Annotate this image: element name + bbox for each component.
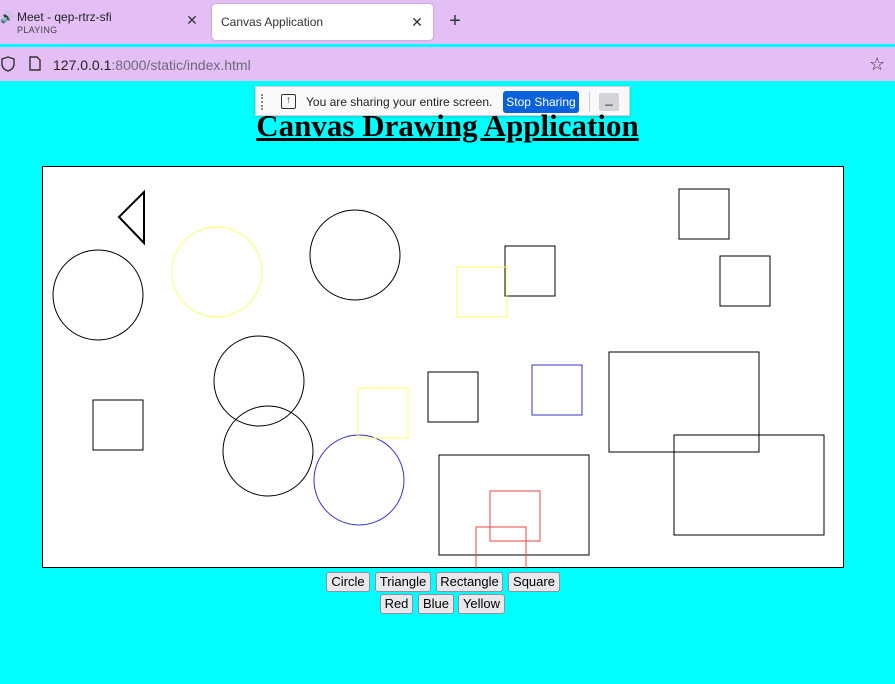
blue-button[interactable]: Blue: [418, 594, 454, 614]
square-shape: [427, 371, 479, 423]
tab-meet[interactable]: 🔊 Meet - qep-rtrz-sfi PLAYING ✕: [0, 4, 208, 40]
close-icon[interactable]: ✕: [409, 14, 425, 30]
tab-playing-label: PLAYING: [17, 25, 58, 35]
square-shape: [678, 188, 730, 240]
square-shape: [489, 490, 541, 542]
square-shape: [504, 245, 556, 297]
circle-button[interactable]: Circle: [326, 572, 370, 592]
square-shape: [456, 266, 508, 318]
yellow-button[interactable]: Yellow: [458, 594, 505, 614]
circle-shape: [171, 226, 263, 318]
circle-shape: [309, 209, 401, 301]
sharing-message: You are sharing your entire screen.: [306, 95, 493, 109]
bookmark-star-icon[interactable]: ☆: [869, 54, 885, 75]
square-button[interactable]: Square: [508, 572, 560, 592]
square-shape: [475, 526, 527, 569]
close-icon[interactable]: ✕: [184, 12, 200, 28]
rectangle-button[interactable]: Rectangle: [436, 572, 503, 592]
share-screen-icon: ↑: [281, 94, 296, 109]
new-tab-icon[interactable]: +: [445, 11, 465, 32]
square-shape: [531, 364, 583, 416]
url-text[interactable]: 127.0.0.1:8000/static/index.html: [53, 57, 251, 73]
circle-shape: [222, 405, 314, 497]
square-shape: [719, 255, 771, 307]
address-bar[interactable]: 127.0.0.1:8000/static/index.html ☆: [0, 47, 895, 81]
page-icon: [29, 56, 41, 71]
rectangle-shape: [608, 351, 760, 453]
drawing-canvas[interactable]: [42, 166, 845, 569]
tab-canvas-application[interactable]: Canvas Application ✕: [212, 4, 433, 40]
tab-title: Meet - qep-rtrz-sfi: [17, 10, 112, 24]
canvas-drawing[interactable]: [43, 167, 845, 569]
triangle-button[interactable]: Triangle: [375, 572, 431, 592]
square-shape: [357, 387, 409, 439]
circle-shape: [313, 434, 405, 526]
speaker-icon[interactable]: 🔊: [0, 11, 14, 25]
triangle-shape: [117, 189, 145, 246]
red-button[interactable]: Red: [380, 594, 413, 614]
circle-shape: [52, 249, 144, 341]
tab-bar: 🔊 Meet - qep-rtrz-sfi PLAYING ✕ Canvas A…: [0, 0, 895, 44]
tab-title: Canvas Application: [221, 15, 324, 29]
page-title: Canvas Drawing Application: [256, 108, 639, 143]
rectangle-shape: [438, 454, 590, 556]
square-shape: [92, 399, 144, 451]
rectangle-shape: [673, 434, 825, 536]
shield-icon: [1, 56, 15, 72]
